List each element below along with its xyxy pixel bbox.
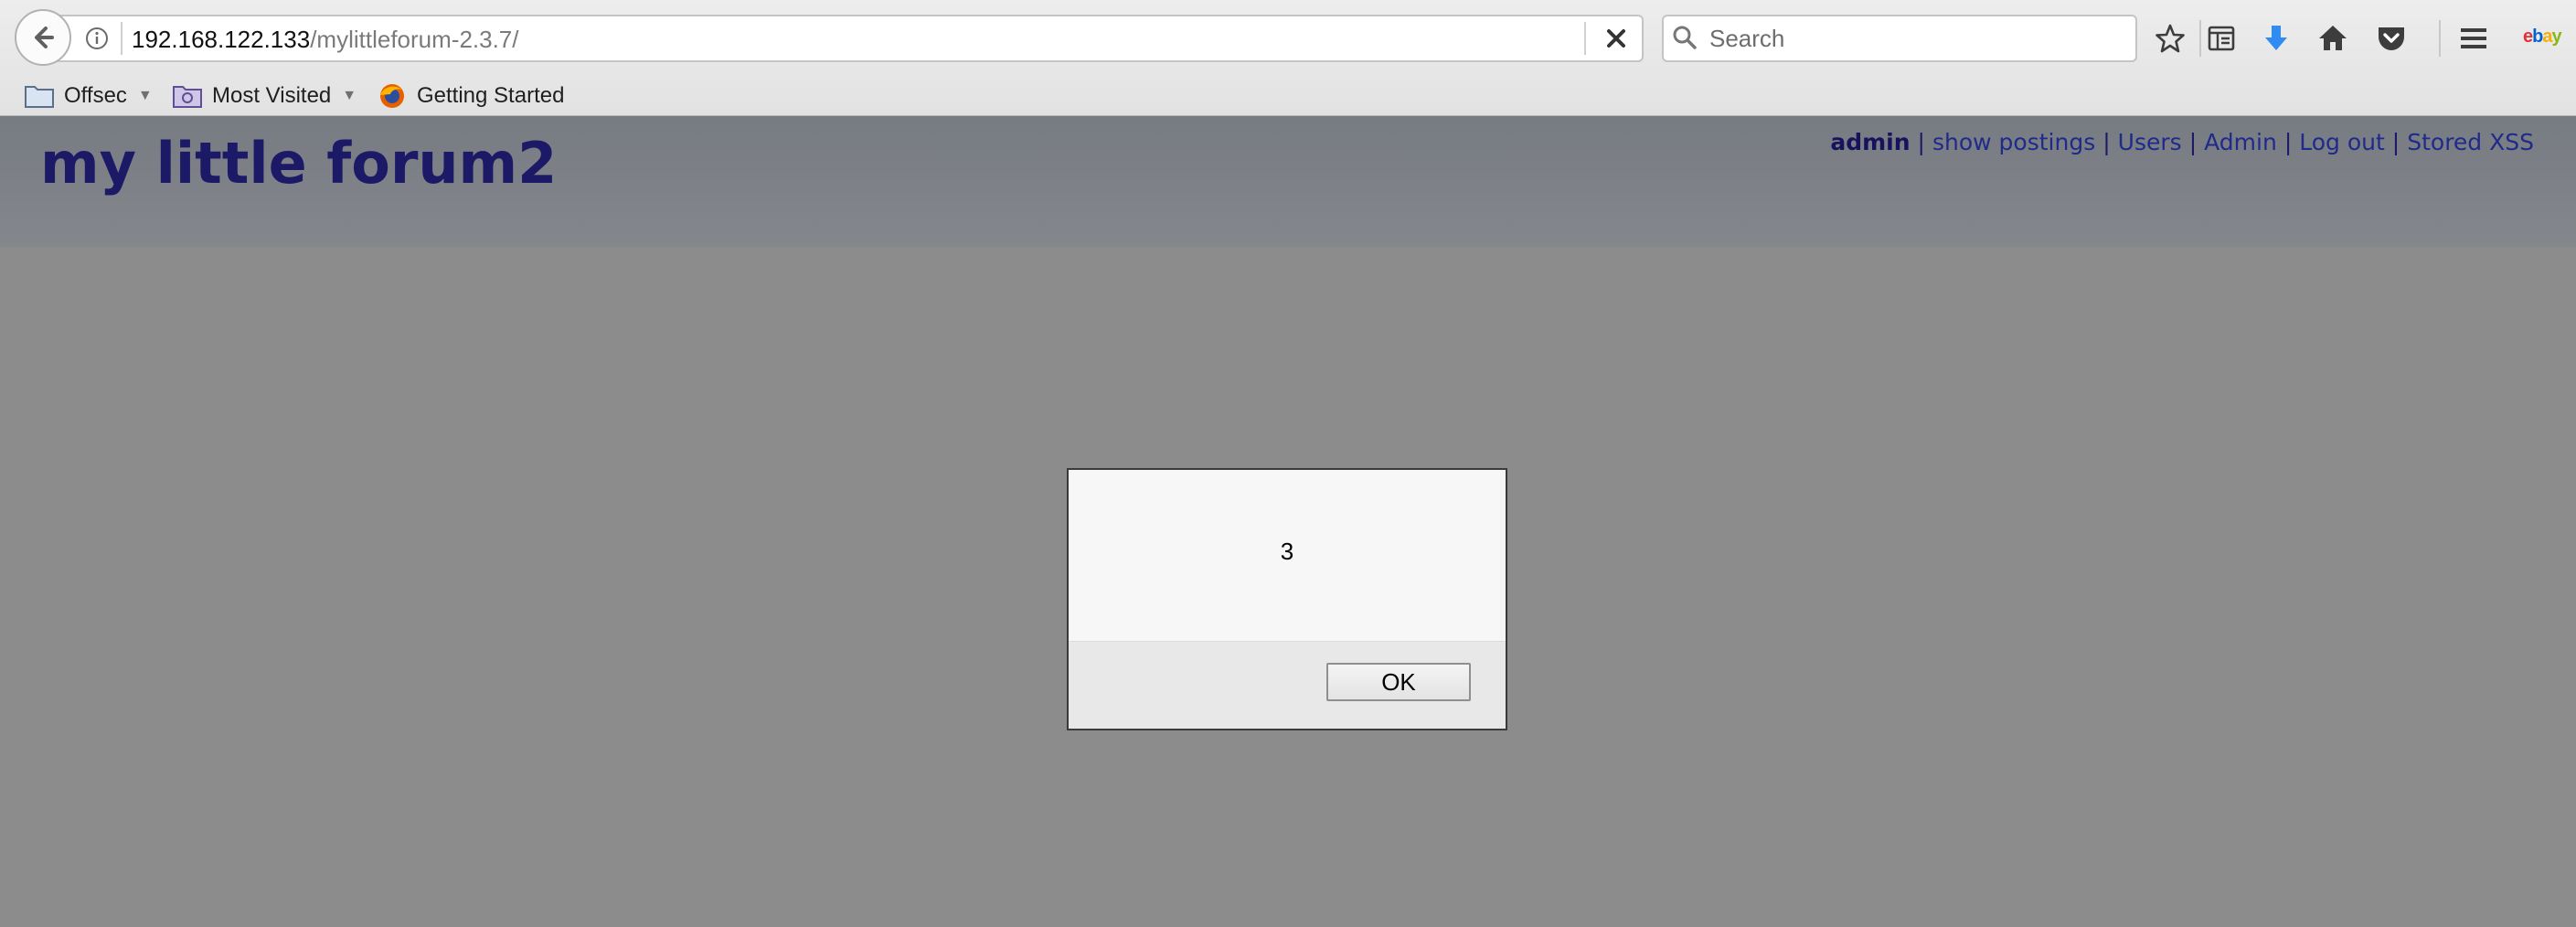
user-menu-username[interactable]: admin [1830, 129, 1910, 155]
download-icon[interactable] [2256, 18, 2296, 59]
alert-message: 3 [1280, 538, 1294, 565]
forum-title[interactable]: my little forum2 [40, 129, 557, 198]
user-menu: admin | show postings | Users | Admin | Log out |… [1830, 129, 2534, 155]
url-path: /mylittleforum-2.3.7/ [310, 26, 519, 53]
folder-icon [25, 86, 54, 108]
smart-folder-icon [173, 86, 202, 108]
navigation-toolbar: 192.168.122.133/mylittleforum-2.3.7/ Sea… [0, 0, 2576, 77]
url-text[interactable]: 192.168.122.133/mylittleforum-2.3.7/ [132, 25, 519, 54]
alert-dialog: 3 OK [1067, 468, 1507, 730]
search-input[interactable] [1708, 20, 2128, 57]
url-host: 192.168.122.133 [132, 26, 311, 53]
reading-list-icon[interactable] [2201, 18, 2241, 59]
bookmarks-toolbar: Offsec ▼ Most Visited ▼ Getting Started [0, 77, 2576, 115]
pocket-icon[interactable] [2371, 18, 2411, 59]
bookmark-getting-started[interactable]: Getting Started [377, 77, 564, 115]
alert-body: 3 [1069, 470, 1506, 641]
url-divider-right [1584, 22, 1586, 55]
user-menu-users[interactable]: Users [2118, 129, 2182, 155]
user-menu-stored-xss[interactable]: Stored XSS [2407, 129, 2534, 155]
bookmark-offsec[interactable]: Offsec ▼ [24, 77, 153, 115]
menu-icon[interactable] [2454, 18, 2494, 59]
forum-header: my little forum2 admin | show postings | Use… [0, 116, 2576, 247]
search-icon [1673, 26, 1697, 49]
home-icon[interactable] [2313, 18, 2353, 59]
toolbar-divider [2439, 20, 2441, 57]
browser-chrome: 192.168.122.133/mylittleforum-2.3.7/ Sea… [0, 0, 2576, 116]
bookmark-most-visited[interactable]: Most Visited ▼ [172, 77, 357, 115]
user-menu-log-out[interactable]: Log out [2299, 129, 2385, 155]
alert-footer: OK [1069, 641, 1506, 729]
user-menu-admin[interactable]: Admin [2204, 129, 2277, 155]
firefox-icon [380, 84, 404, 108]
stop-icon[interactable] [1602, 24, 1631, 53]
ebay-icon[interactable]: ebay [2523, 26, 2562, 48]
bookmark-star-icon[interactable] [2150, 18, 2190, 59]
url-divider [121, 22, 122, 55]
site-info-icon[interactable] [84, 26, 110, 51]
ok-button[interactable]: OK [1326, 663, 1471, 701]
chevron-down-icon: ▼ [137, 88, 153, 103]
chevron-down-icon: ▼ [342, 88, 357, 103]
user-menu-show-postings[interactable]: show postings [1932, 129, 2095, 155]
back-button[interactable] [15, 9, 71, 66]
back-arrow-icon [35, 27, 54, 48]
